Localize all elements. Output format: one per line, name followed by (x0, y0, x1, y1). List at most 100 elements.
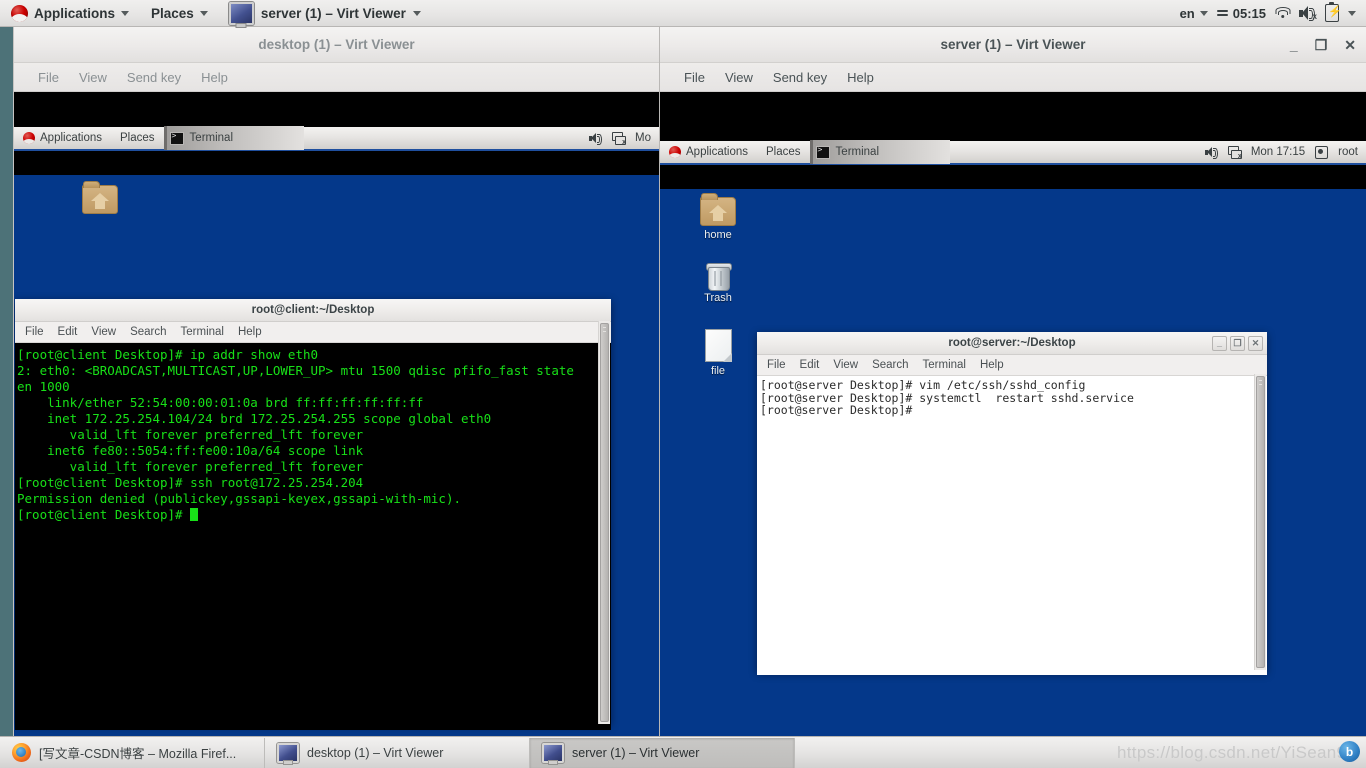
menu-view[interactable]: View (79, 70, 107, 85)
terminal-menu-help[interactable]: Help (980, 359, 1004, 371)
terminal-output-server[interactable]: [root@server Desktop]# vim /etc/ssh/sshd… (757, 376, 1267, 675)
close-button[interactable]: ✕ (1248, 335, 1263, 351)
monitor-icon (228, 1, 254, 25)
letterbox-top (660, 92, 1366, 141)
user-icon (1315, 145, 1329, 159)
applications-menu[interactable]: Applications (0, 0, 140, 27)
window-titlebar[interactable]: server (1) – Virt Viewer _ ❐ ✕ (660, 27, 1366, 63)
wifi-icon[interactable] (1275, 6, 1290, 20)
active-window-label: server (1) – Virt Viewer (260, 5, 406, 21)
guest-top-panel: Applications Places Terminal x Mon 17:15… (660, 140, 1366, 165)
taskbar-button-desktop-viewer[interactable]: desktop (1) – Virt Viewer (265, 737, 530, 768)
minimize-button[interactable]: _ (1212, 335, 1227, 351)
chevron-down-icon (1199, 10, 1208, 16)
maximize-button[interactable]: ❐ (1230, 335, 1245, 351)
volume-muted-icon[interactable]: x (1299, 6, 1317, 21)
terminal-line: [root@client Desktop]# (17, 507, 191, 522)
terminal-scrollbar[interactable] (598, 321, 610, 724)
guest-task-label: Terminal (835, 146, 880, 158)
desktop-icon-trash[interactable]: Trash (688, 262, 748, 304)
terminal-menu-search[interactable]: Search (130, 326, 166, 338)
menu-help[interactable]: Help (847, 70, 874, 85)
guest-task-label: Terminal (189, 132, 234, 144)
chevron-down-icon[interactable] (1348, 10, 1356, 16)
guest-user-label[interactable]: root (1338, 146, 1358, 158)
terminal-window-server[interactable]: root@server:~/Desktop _ ❐ ✕ File Edit Vi… (757, 332, 1267, 675)
desktop-icon-file[interactable]: file (688, 329, 748, 377)
close-button[interactable]: ✕ (1344, 38, 1356, 52)
window-menubar: File View Send key Help (14, 63, 659, 92)
places-menu[interactable]: Places (140, 0, 219, 27)
window-titlebar[interactable]: desktop (1) – Virt Viewer (14, 27, 659, 63)
terminal-menu-terminal[interactable]: Terminal (181, 326, 224, 338)
active-window-menu[interactable]: server (1) – Virt Viewer (219, 0, 431, 27)
guest-places-label: Places (120, 132, 155, 144)
guest-window-task-terminal[interactable]: Terminal (163, 126, 304, 150)
terminal-menu-edit[interactable]: Edit (800, 359, 820, 371)
terminal-output-client[interactable]: [root@client Desktop]# ip addr show eth0… (15, 343, 611, 730)
terminal-line: valid_lft forever preferred_lft forever (17, 427, 364, 442)
terminal-menubar: File Edit View Search Terminal Help (15, 322, 611, 343)
chevron-down-icon (412, 10, 421, 16)
maximize-button[interactable]: ❐ (1315, 38, 1328, 52)
terminal-line: Permission denied (publickey,gssapi-keye… (17, 491, 462, 506)
guest-display-client[interactable]: Applications Places Terminal x Mo (14, 92, 659, 739)
guest-applications-menu[interactable]: Applications (14, 126, 111, 150)
battery-charging-icon[interactable]: ⚡ (1325, 1, 1342, 22)
terminal-menu-help[interactable]: Help (238, 326, 262, 338)
terminal-scrollbar[interactable] (1254, 374, 1266, 670)
guest-places-menu[interactable]: Places (111, 126, 164, 150)
terminal-menu-view[interactable]: View (91, 326, 116, 338)
clock[interactable]: 05:15 (1216, 5, 1266, 21)
guest-desktop-client[interactable]: root@client:~/Desktop File Edit View Sea… (14, 175, 659, 739)
terminal-menu-file[interactable]: File (25, 326, 44, 338)
menu-view[interactable]: View (725, 70, 753, 85)
chevron-down-icon (121, 10, 130, 16)
guest-places-label: Places (766, 146, 801, 158)
terminal-title-label: root@server:~/Desktop (948, 337, 1076, 349)
volume-icon[interactable] (589, 132, 603, 145)
terminal-titlebar[interactable]: root@server:~/Desktop _ ❐ ✕ (757, 332, 1267, 355)
taskbar-button-server-viewer[interactable]: server (1) – Virt Viewer (530, 737, 795, 768)
terminal-titlebar[interactable]: root@client:~/Desktop (15, 299, 611, 322)
guest-places-menu[interactable]: Places (757, 140, 810, 164)
menu-help[interactable]: Help (201, 70, 228, 85)
terminal-menu-view[interactable]: View (833, 359, 858, 371)
virt-viewer-window-server[interactable]: server (1) – Virt Viewer _ ❐ ✕ File View… (660, 27, 1366, 739)
guest-clock-label[interactable]: Mon 17:15 (1251, 146, 1305, 158)
volume-icon[interactable] (1204, 146, 1218, 159)
guest-clock-label: Mo (635, 132, 651, 144)
monitor-icon (542, 742, 564, 763)
guest-desktop-server[interactable]: home Trash file root@server:~/Desktop _ (660, 189, 1366, 739)
taskbar-button-firefox[interactable]: [写文章-CSDN博客 – Mozilla Firef... (0, 737, 265, 768)
system-tray: en 05:15 x ⚡ (1180, 1, 1366, 22)
redhat-logo-icon (11, 4, 28, 22)
keyboard-layout-label: en (1179, 5, 1195, 21)
terminal-window-client[interactable]: root@client:~/Desktop File Edit View Sea… (15, 299, 611, 730)
redhat-logo-icon (669, 146, 681, 158)
trash-icon (706, 262, 732, 291)
terminal-line: [root@server Desktop]# (760, 403, 913, 418)
terminal-menu-search[interactable]: Search (872, 359, 908, 371)
clock-label: 05:15 (1232, 5, 1266, 21)
minimize-button[interactable]: _ (1290, 38, 1298, 52)
desktop-icon-home[interactable] (70, 181, 130, 214)
network-disconnected-icon[interactable]: x (1227, 146, 1242, 160)
menu-file[interactable]: File (684, 70, 705, 85)
terminal-line: 2: eth0: <BROADCAST,MULTICAST,UP,LOWER_U… (17, 363, 574, 378)
keyboard-layout-indicator[interactable]: en (1180, 6, 1208, 21)
terminal-line: [root@client Desktop]# ssh root@172.25.2… (17, 475, 364, 490)
virt-viewer-window-desktop[interactable]: desktop (1) – Virt Viewer File View Send… (14, 27, 659, 739)
network-disconnected-icon[interactable]: x (612, 132, 627, 146)
terminal-menu-file[interactable]: File (767, 359, 786, 371)
menu-send-key[interactable]: Send key (773, 70, 827, 85)
menu-file[interactable]: File (38, 70, 59, 85)
guest-window-task-terminal[interactable]: Terminal (809, 140, 950, 164)
terminal-menu-terminal[interactable]: Terminal (923, 359, 966, 371)
applications-menu-label: Applications (34, 5, 116, 21)
menu-send-key[interactable]: Send key (127, 70, 181, 85)
guest-display-server[interactable]: Applications Places Terminal x Mon 17:15… (660, 92, 1366, 739)
guest-applications-menu[interactable]: Applications (660, 140, 757, 164)
desktop-icon-home[interactable]: home (688, 193, 748, 241)
terminal-menu-edit[interactable]: Edit (58, 326, 78, 338)
